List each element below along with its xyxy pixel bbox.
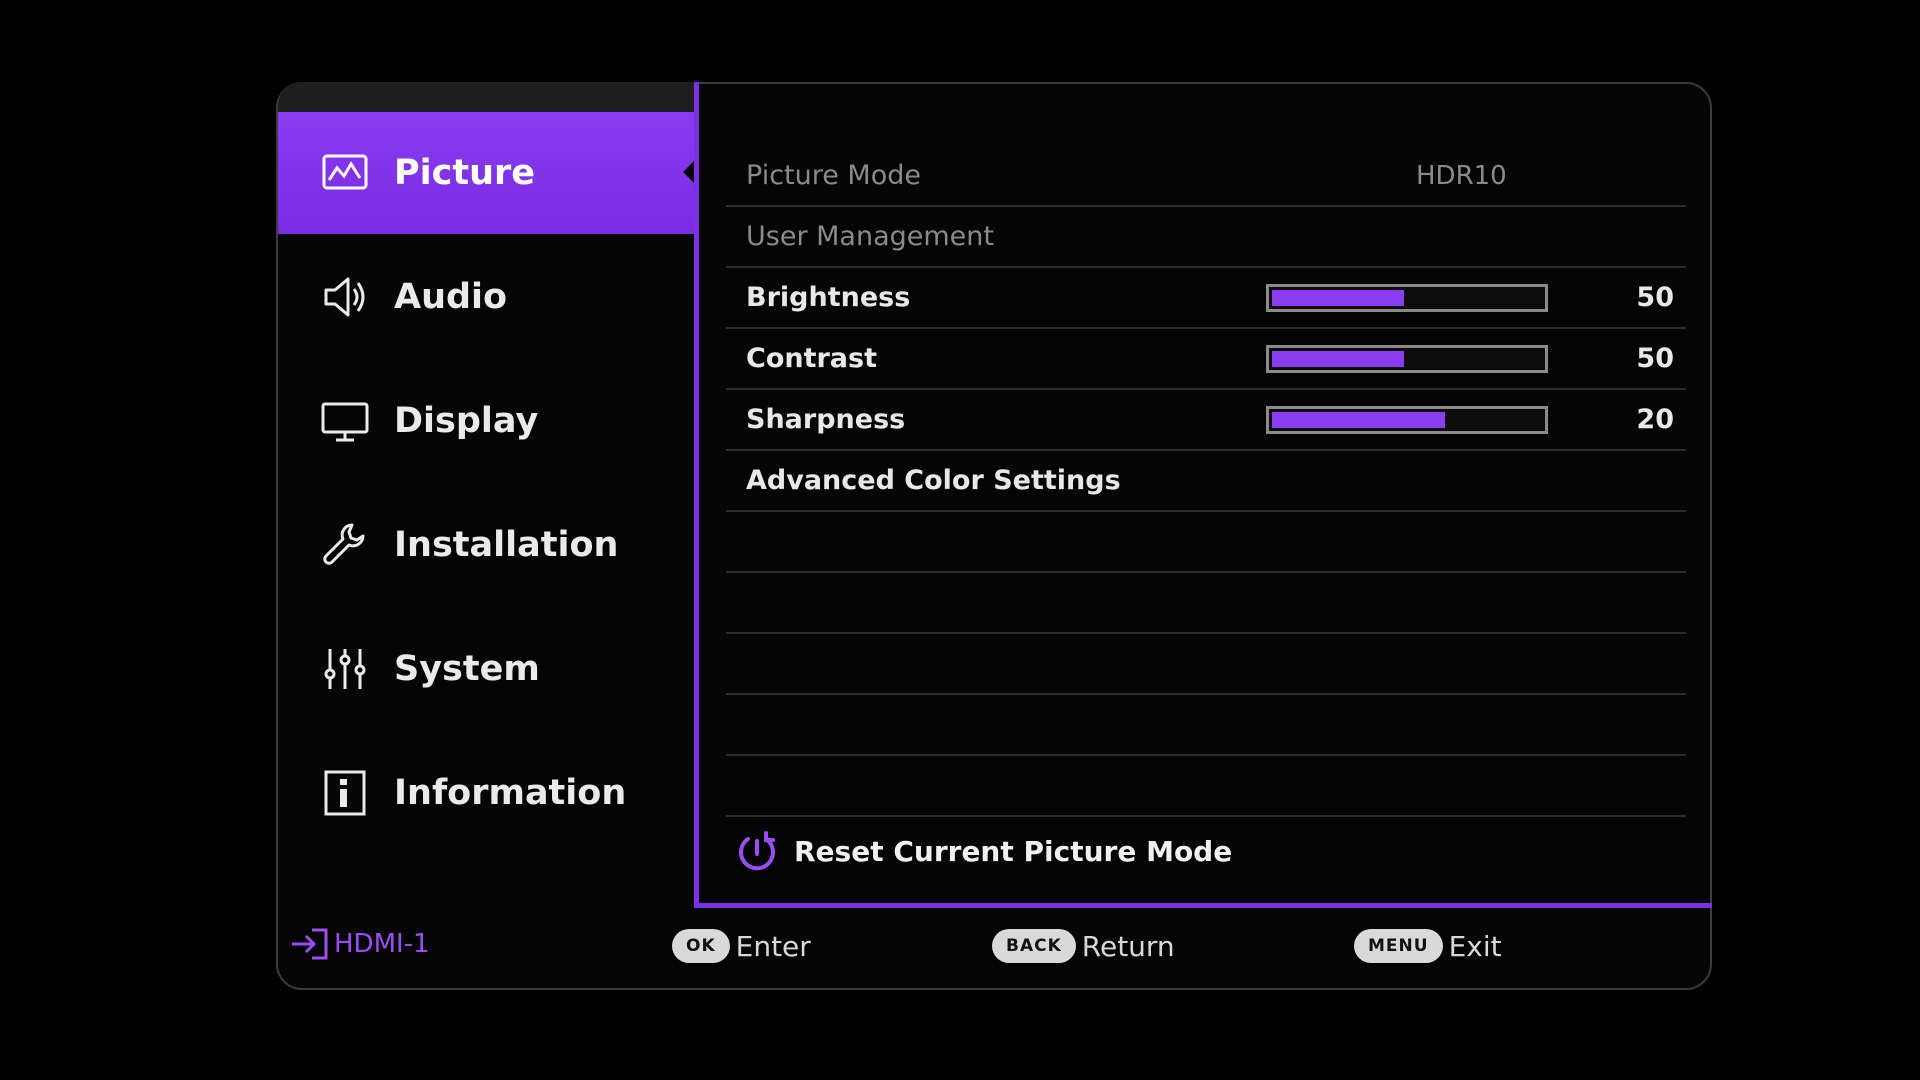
empty-row — [726, 512, 1686, 573]
brightness-row[interactable]: Brightness 50 — [726, 268, 1686, 329]
contrast-slider[interactable] — [1266, 345, 1548, 373]
footer-bar: HDMI-1 OK Enter BACK Return MENU Exit — [276, 915, 1712, 977]
empty-row — [726, 756, 1686, 817]
sharpness-slider-fill — [1272, 412, 1446, 428]
sidebar-item-information[interactable]: Information — [278, 732, 698, 854]
sidebar-item-label: System — [394, 649, 540, 689]
sidebar-item-label: Audio — [394, 277, 508, 317]
picture-mode-row[interactable]: Picture Mode HDR10 — [726, 146, 1686, 207]
sidebar-item-display[interactable]: Display — [278, 360, 698, 482]
sidebar-item-system[interactable]: System — [278, 608, 698, 730]
menu-divider-vertical — [694, 82, 699, 908]
sidebar-item-installation[interactable]: Installation — [278, 484, 698, 606]
input-source-icon — [292, 928, 328, 960]
menu-exit-hint: MENU Exit — [1354, 929, 1502, 963]
sliders-icon — [320, 644, 370, 694]
input-source-indicator: HDMI-1 — [290, 927, 430, 961]
back-return-hint: BACK Return — [992, 929, 1175, 963]
sidebar-item-picture[interactable]: Picture — [278, 112, 699, 234]
picture-mode-value: HDR10 — [1416, 160, 1507, 191]
info-icon — [320, 768, 370, 818]
contrast-row[interactable]: Contrast 50 — [726, 329, 1686, 390]
brightness-value: 50 — [1636, 282, 1674, 313]
input-source-label: HDMI-1 — [334, 929, 430, 959]
sharpness-label: Sharpness — [746, 404, 906, 435]
picture-settings-list: Picture Mode HDR10 User Management Brigh… — [726, 146, 1686, 817]
sidebar: Picture Audio Display Installation Syste… — [276, 82, 699, 908]
sidebar-item-label: Display — [394, 401, 539, 441]
ok-key-badge: OK — [672, 929, 730, 963]
sidebar-item-audio[interactable]: Audio — [278, 236, 698, 358]
reset-label: Reset Current Picture Mode — [794, 834, 1233, 868]
contrast-slider-fill — [1272, 351, 1404, 367]
ok-enter-hint: OK Enter — [672, 929, 811, 963]
advanced-color-settings-label: Advanced Color Settings — [746, 465, 1121, 496]
back-hint-label: Return — [1081, 929, 1175, 963]
user-management-label: User Management — [746, 221, 994, 252]
menu-key-badge: MENU — [1354, 929, 1443, 963]
empty-row — [726, 634, 1686, 695]
empty-row — [726, 573, 1686, 634]
wrench-icon — [320, 520, 370, 570]
sidebar-top-strip — [278, 82, 696, 112]
brightness-label: Brightness — [746, 282, 911, 313]
menu-divider-horizontal — [694, 903, 1712, 908]
sidebar-item-label: Installation — [394, 525, 619, 565]
speaker-icon — [320, 272, 370, 322]
sharpness-slider[interactable] — [1266, 406, 1548, 434]
ok-hint-label: Enter — [735, 929, 811, 963]
picture-icon — [320, 148, 370, 198]
contrast-label: Contrast — [746, 343, 878, 374]
monitor-icon — [320, 396, 370, 446]
reset-icon — [736, 830, 778, 872]
user-management-row[interactable]: User Management — [726, 207, 1686, 268]
back-key-badge: BACK — [992, 929, 1076, 963]
brightness-slider[interactable] — [1266, 284, 1548, 312]
sharpness-value: 20 — [1636, 404, 1674, 435]
contrast-value: 50 — [1636, 343, 1674, 374]
reset-picture-mode-button[interactable]: Reset Current Picture Mode — [736, 830, 1232, 872]
empty-row — [726, 695, 1686, 756]
menu-hint-label: Exit — [1448, 929, 1502, 963]
sidebar-item-label: Information — [394, 773, 627, 813]
sharpness-row[interactable]: Sharpness 20 — [726, 390, 1686, 451]
advanced-color-settings-row[interactable]: Advanced Color Settings — [726, 451, 1686, 512]
sidebar-item-label: Picture — [394, 153, 536, 193]
picture-mode-label: Picture Mode — [746, 160, 921, 191]
brightness-slider-fill — [1272, 290, 1404, 306]
